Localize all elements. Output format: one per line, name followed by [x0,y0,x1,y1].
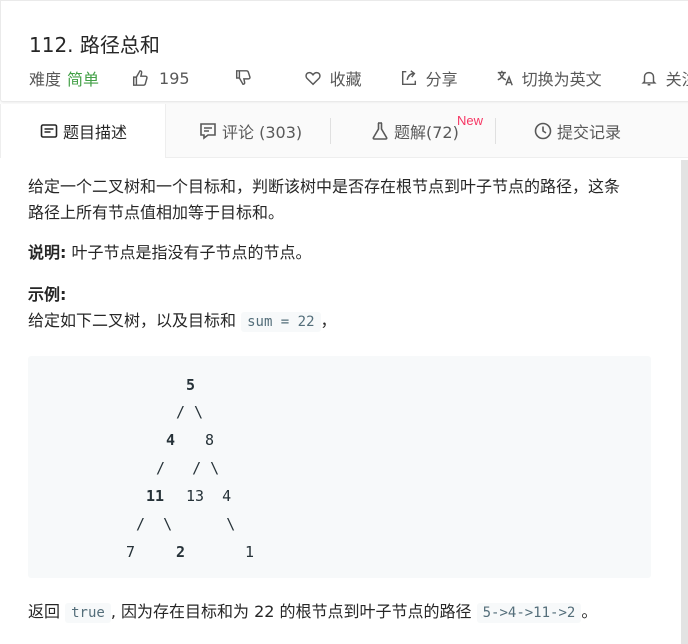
scrollbar[interactable] [681,160,688,644]
result-paragraph: 返回 true, 因为存在目标和为 22 的根节点到叶子节点的路径 5->4->… [28,598,598,623]
translate-icon [497,70,513,86]
comment-icon [200,123,216,140]
tree-node: 2 [176,543,185,561]
tab-submissions[interactable]: 提交记录 [533,104,621,158]
new-badge: New [457,113,484,128]
tab-divider [330,118,331,144]
thumbs-down-icon [235,70,251,86]
tree-edge: / \ [176,403,204,421]
problem-tabs: 题目描述 评论 (303) 题解(72) 提交记录 [0,104,688,158]
tab-solutions[interactable]: 题解(72) [370,104,459,158]
note-label: 说明: [28,243,67,262]
clock-icon [534,122,552,140]
tree-node: 13 4 [186,487,232,505]
tree-node-value: 5 [186,376,196,394]
result-true-code: true [65,603,111,623]
tree-edge: / / \ [156,459,220,477]
result-path-code: 5->4->11->2 [476,603,582,623]
tab-description[interactable]: 题目描述 [0,104,166,158]
follow-button[interactable]: 关注 [640,66,688,90]
problem-header: 112. 路径总和 难度 简单 195 收藏 分享 切换为英文 关 [0,0,688,102]
example-intro-end: ， [320,311,337,330]
tree-node: 5 [186,376,195,394]
tab-submissions-label: 提交记录 [557,123,622,142]
tree-edge: / \ \ [136,515,236,533]
heart-icon [304,71,321,86]
description-paragraph: 给定一个二叉树和一个目标和，判断该树中是否存在根节点到叶子节点的路径，这条路径上… [28,177,621,222]
favorite-button[interactable]: 收藏 [304,66,362,90]
tab-divider [495,118,496,144]
difficulty-value: 简单 [67,70,100,89]
tree-node-value: 4 [166,431,176,449]
problem-meta-row: 难度 简单 195 收藏 分享 切换为英文 关 [29,65,688,91]
sum-code: sum = 22 [241,312,321,332]
tab-solutions-label: 题解(72) [394,123,459,142]
tree-node-value: 11 [146,487,165,505]
tree-node: 11 [146,487,164,505]
like-count: 195 [159,68,190,88]
like-button[interactable]: 195 [131,69,190,88]
switch-language-button[interactable]: 切换为英文 [496,66,602,90]
share-label: 分享 [425,70,458,89]
tab-description-label: 题目描述 [63,123,128,142]
share-button[interactable]: 分享 [400,66,458,90]
tree-node-value: 2 [176,543,186,561]
result-prefix: 返回 [28,602,66,621]
example-intro: 给定如下二叉树，以及目标和 sum = 22， [28,308,652,335]
tree-node: 1 [245,543,255,561]
thumbs-up-icon [133,70,148,86]
dislike-button[interactable] [234,69,252,87]
document-icon [40,124,58,138]
problem-description: 给定一个二叉树和一个目标和，判断该树中是否存在根节点到叶子节点的路径，这条路径上… [28,174,652,335]
follow-label: 关注 [665,70,688,89]
example-tree-block: 5 / \ 4 8 / / \ 11 13 4 / \ \ 7 2 1 [28,356,651,578]
note-text: 叶子节点是指没有子节点的节点。 [66,243,312,262]
example-intro-text: 给定如下二叉树，以及目标和 [28,311,242,330]
switch-language-label: 切换为英文 [521,70,602,89]
tree-node: 8 [205,431,215,449]
result-mid: , 因为存在目标和为 22 的根节点到叶子节点的路径 [110,602,477,621]
flask-icon [372,122,388,140]
tab-comments[interactable]: 评论 (303) [198,104,302,158]
bell-icon [641,71,657,86]
share-icon [401,70,416,86]
tab-comments-label: 评论 (303) [222,123,303,142]
note-paragraph: 说明: 叶子节点是指没有子节点的节点。 [28,240,652,266]
result-end: 。 [581,602,598,621]
tree-node: 7 [126,543,136,561]
problem-title: 112. 路径总和 [29,33,160,57]
difficulty-label: 难度 [29,70,62,89]
tree-node: 4 [166,431,175,449]
example-title: 示例: [28,285,67,304]
favorite-label: 收藏 [329,70,362,89]
